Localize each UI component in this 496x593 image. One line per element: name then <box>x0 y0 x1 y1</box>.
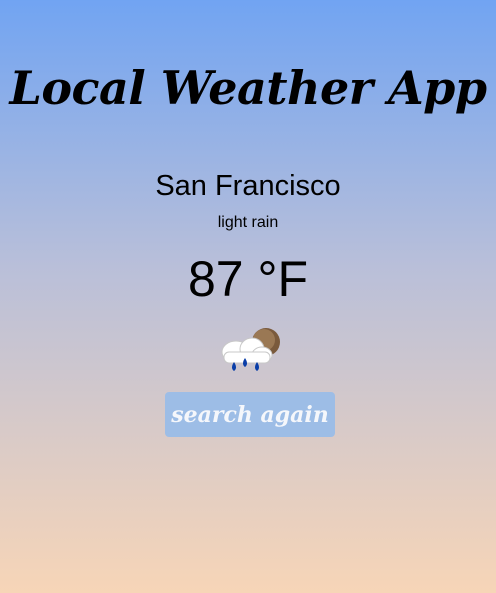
app-title: Local Weather App <box>9 61 487 115</box>
temperature[interactable]: 87 °F <box>0 249 496 309</box>
city-name: San Francisco <box>155 170 341 202</box>
weather-condition: light rain <box>217 214 279 231</box>
search-again-button[interactable]: search again <box>165 392 335 437</box>
rain-cloud-moon-icon <box>221 328 280 371</box>
